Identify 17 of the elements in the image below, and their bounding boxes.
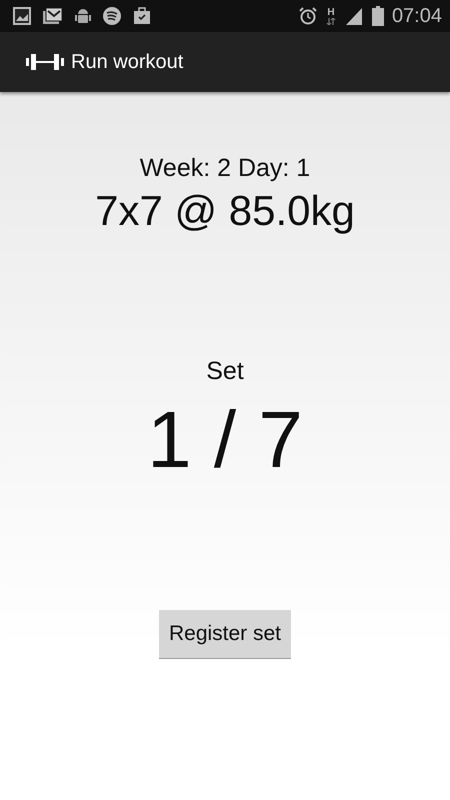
music-app-icon: [102, 6, 122, 26]
week-day-text: Week: 2 Day: 1: [140, 154, 310, 183]
screen-title: Run workout: [71, 50, 184, 74]
gallery-icon: [12, 6, 32, 26]
android-icon: [74, 6, 92, 26]
alarm-icon: [298, 6, 318, 26]
register-set-button[interactable]: Register set: [158, 610, 292, 659]
set-label: Set: [206, 357, 244, 386]
mail-icon: [42, 6, 64, 26]
data-arrows-icon: [326, 18, 336, 24]
briefcase-check-icon: [132, 6, 152, 26]
dumbbell-icon: [25, 53, 65, 71]
network-type-label: H: [327, 8, 335, 18]
clock-time: 07:04: [392, 4, 442, 28]
prescription-text: 7x7 @ 85.0kg: [95, 187, 355, 235]
signal-icon: [344, 6, 364, 26]
battery-icon: [372, 6, 384, 26]
